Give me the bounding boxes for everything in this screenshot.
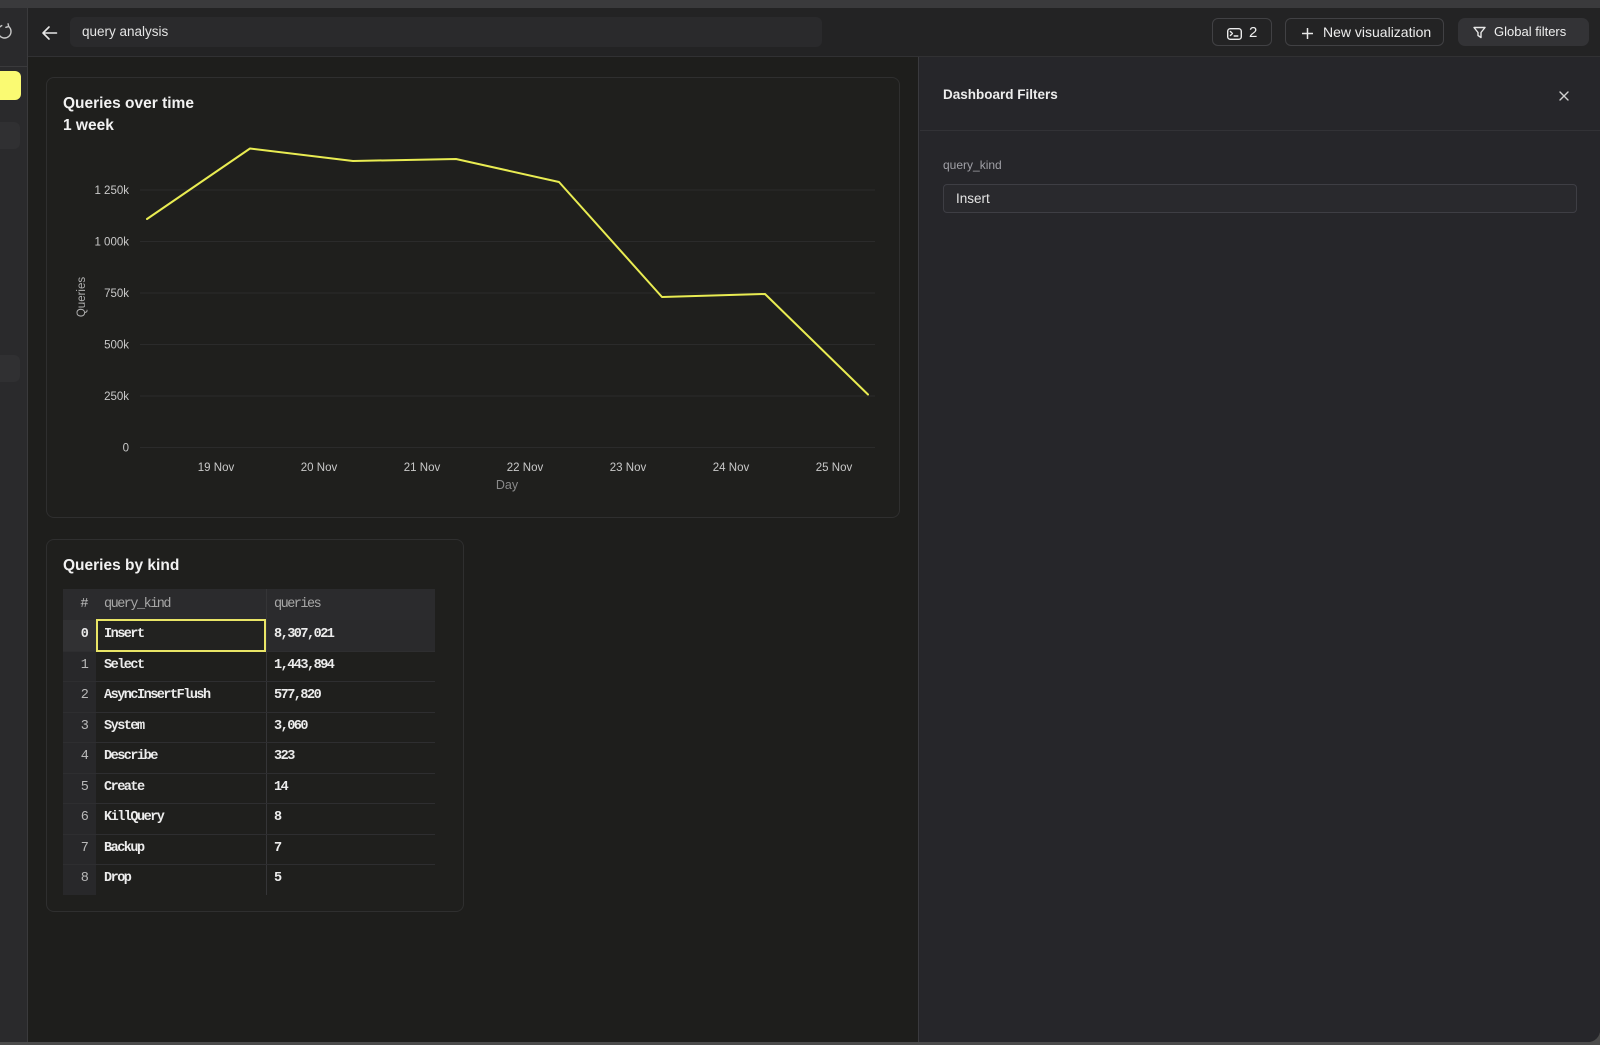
svg-text:500k: 500k: [104, 340, 129, 352]
svg-text:22 Nov: 22 Nov: [507, 462, 544, 474]
svg-text:250k: 250k: [104, 391, 129, 403]
svg-text:750k: 750k: [104, 288, 129, 300]
svg-text:23 Nov: 23 Nov: [610, 462, 647, 474]
svg-text:20 Nov: 20 Nov: [301, 462, 338, 474]
svg-text:21 Nov: 21 Nov: [404, 462, 441, 474]
svg-text:Day: Day: [496, 478, 519, 492]
svg-text:1 000k: 1 000k: [94, 237, 129, 249]
svg-text:19 Nov: 19 Nov: [198, 462, 235, 474]
svg-text:1 250k: 1 250k: [94, 185, 129, 197]
svg-text:0: 0: [123, 443, 129, 455]
svg-text:25 Nov: 25 Nov: [816, 462, 853, 474]
svg-text:Queries: Queries: [76, 277, 88, 318]
svg-text:24 Nov: 24 Nov: [713, 462, 750, 474]
